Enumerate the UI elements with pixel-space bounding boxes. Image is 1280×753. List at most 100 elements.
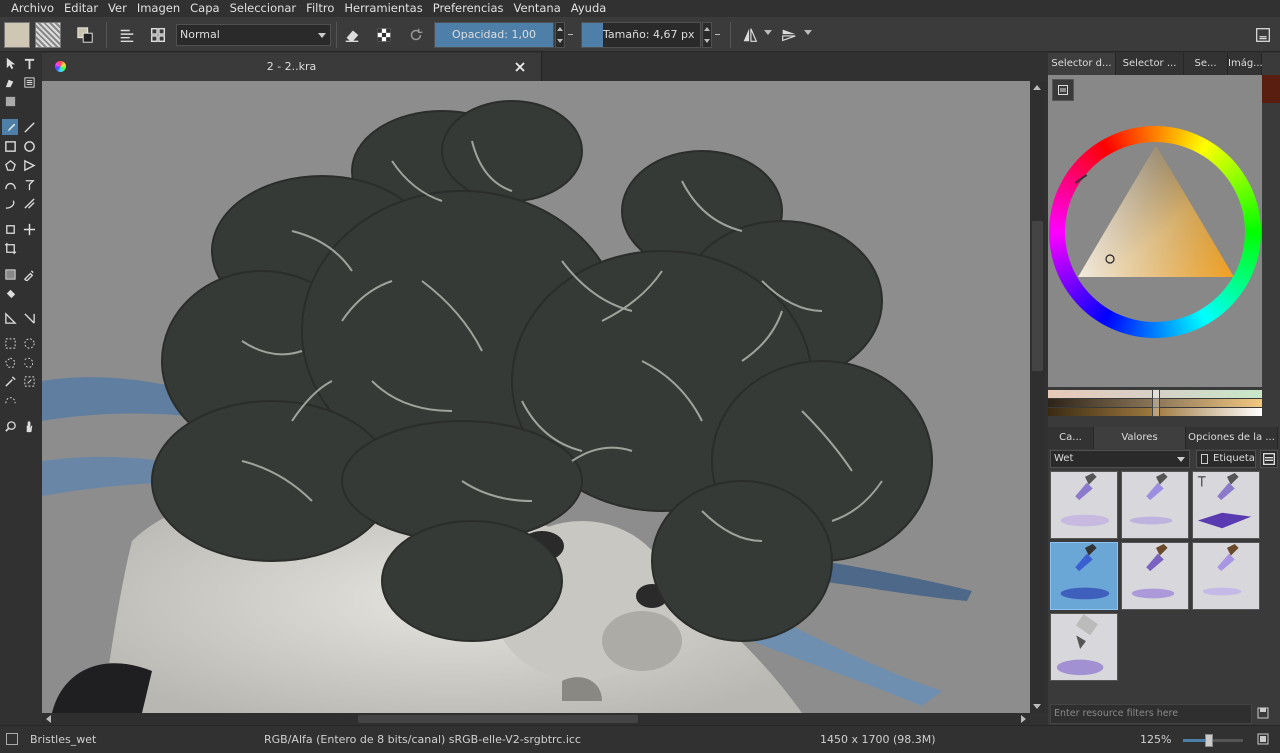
similar-select-icon[interactable] [21,373,37,389]
bezier-tool-icon[interactable] [2,176,18,192]
transform-tool-icon[interactable] [2,221,18,237]
zoom-slider-handle[interactable] [1205,734,1213,747]
fg-bg-color-icon[interactable] [72,22,98,48]
close-tab-icon[interactable] [514,61,526,73]
vertical-scrollbar[interactable] [1030,81,1045,713]
multibrush-icon[interactable] [21,195,37,211]
tab-brush-presets[interactable]: Valores predefini... [1094,427,1186,465]
assistant-tool-icon[interactable] [21,310,37,326]
horizontal-scrollbar[interactable] [42,713,1030,725]
menu-archivo[interactable]: Archivo [6,0,59,17]
preset-wet-1[interactable] [1050,471,1118,539]
mirror-vertical-icon[interactable] [776,22,802,48]
preset-wet-5[interactable] [1121,542,1189,610]
size-slider[interactable]: Tamaño: 4,67 px [581,22,701,48]
gradient-tool-icon[interactable] [2,266,18,282]
save-filter-icon[interactable] [1256,706,1272,722]
tab-se[interactable]: Se... [1184,53,1228,75]
preset-wet-4-selected[interactable] [1050,542,1118,610]
text-tool-icon[interactable] [21,55,37,71]
size-spinner[interactable] [702,22,712,48]
tab-tool-options[interactable]: Opciones de la ... [1186,427,1278,449]
preset-wet-3[interactable] [1192,471,1260,539]
canvas[interactable] [42,81,1030,713]
tab-advanced-color-selector[interactable]: Selector d... [1048,53,1116,75]
tab-ca[interactable]: Ca... [1048,427,1094,449]
menu-ayuda[interactable]: Ayuda [566,0,612,17]
polygon-tool-icon[interactable] [2,157,18,173]
polyline-tool-icon[interactable] [21,157,37,173]
mirror-horizontal-dropdown-icon[interactable] [764,30,772,35]
polygon-select-icon[interactable] [2,354,18,370]
color-slider-handle[interactable] [1152,389,1160,417]
select-shapes-icon[interactable] [2,55,18,71]
fill-tool-icon[interactable] [2,285,18,301]
horizontal-scroll-thumb[interactable] [358,715,638,723]
color-history-strip[interactable] [1262,75,1280,103]
preserve-alpha-icon[interactable] [371,22,397,48]
pattern-tool-icon[interactable] [2,93,18,109]
mirror-vertical-dropdown-icon[interactable] [804,30,812,35]
line-tool-icon[interactable] [21,119,37,135]
pattern-swatch[interactable] [35,22,61,48]
preset-wet-6[interactable] [1192,542,1260,610]
dynamic-brush-icon[interactable] [2,195,18,211]
brush-preview-icon[interactable] [6,733,18,745]
move-tool-icon[interactable] [21,221,37,237]
preset-wet-7[interactable] [1050,613,1118,681]
menu-filtro[interactable]: Filtro [301,0,339,17]
freehand-brush-icon[interactable] [2,119,18,135]
menu-ventana[interactable]: Ventana [509,0,566,17]
brush-settings-icon[interactable] [145,22,171,48]
saturation-triangle[interactable] [1078,145,1234,281]
rect-select-icon[interactable] [2,335,18,351]
measure-tool-icon[interactable] [2,310,18,326]
document-tab[interactable]: 2 - 2..kra [42,53,542,81]
size-more-icon[interactable] [715,34,720,35]
configure-toolbar-icon[interactable] [1250,22,1276,48]
contiguous-select-icon[interactable] [2,373,18,389]
menu-seleccionar[interactable]: Seleccionar [225,0,302,17]
brush-presets-icon[interactable] [114,22,140,48]
selector-settings-icon[interactable] [1052,79,1074,101]
ellipse-tool-icon[interactable] [21,138,37,154]
tab-images[interactable]: Imág... [1228,53,1263,75]
zoom-fit-icon[interactable] [1256,732,1270,746]
opacity-slider[interactable]: Opacidad: 1,00 [434,22,554,48]
menu-ver[interactable]: Ver [103,0,132,17]
preset-view-icon[interactable] [1260,450,1278,468]
resource-filter-input[interactable]: Enter resource filters here [1050,704,1252,724]
edit-shapes-icon[interactable] [2,74,18,90]
zoom-slider[interactable] [1183,734,1243,747]
menu-herramientas[interactable]: Herramientas [339,0,427,17]
rectangle-tool-icon[interactable] [2,138,18,154]
menu-preferencias[interactable]: Preferencias [428,0,509,17]
opacity-spinner[interactable] [555,22,565,48]
preset-group-select[interactable]: Wet [1050,450,1190,468]
freehand-select-icon[interactable] [21,354,37,370]
menu-editar[interactable]: Editar [59,0,103,17]
reload-preset-icon[interactable] [403,22,429,48]
color-picker-icon[interactable] [21,266,37,282]
preset-wet-2[interactable] [1121,471,1189,539]
ellipse-select-icon[interactable] [21,335,37,351]
crop-tool-icon[interactable] [2,240,18,256]
color-model: RGB/Alfa (Entero de 8 bits/canal) sRGB-e… [264,733,581,746]
tag-select[interactable]: Etiqueta [1196,450,1256,468]
document-tab-bar: 2 - 2..kra [42,53,1045,81]
brush-name: Bristles_wet [30,733,97,746]
eraser-icon[interactable] [339,22,365,48]
mirror-horizontal-icon[interactable] [737,22,763,48]
freehand-path-icon[interactable] [21,176,37,192]
gradient-swatch[interactable] [4,22,30,48]
calligraphy-icon[interactable] [21,74,37,90]
tab-color-selector[interactable]: Selector ... [1116,53,1184,75]
blend-mode-select[interactable]: Normal [176,24,331,46]
menu-capa[interactable]: Capa [185,0,224,17]
bezier-select-icon[interactable] [2,392,18,408]
vertical-scroll-thumb[interactable] [1032,221,1043,371]
menu-imagen[interactable]: Imagen [132,0,185,17]
zoom-tool-icon[interactable] [2,418,18,434]
pan-tool-icon[interactable] [21,418,37,434]
opacity-more-icon[interactable] [568,34,573,35]
